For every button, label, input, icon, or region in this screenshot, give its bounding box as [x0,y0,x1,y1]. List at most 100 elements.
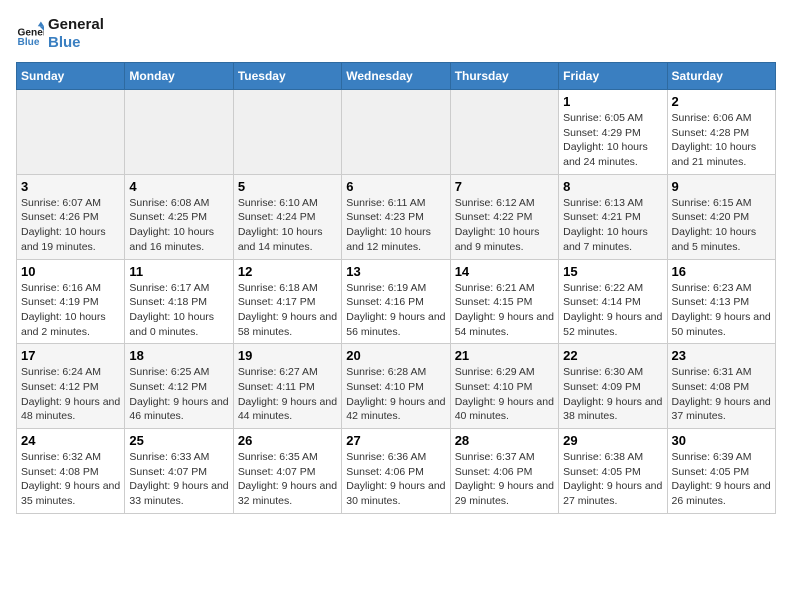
day-info: Sunrise: 6:31 AMSunset: 4:08 PMDaylight:… [672,365,771,424]
day-number: 19 [238,348,337,363]
day-cell: 14 Sunrise: 6:21 AMSunset: 4:15 PMDayligh… [450,259,558,344]
day-cell: 17 Sunrise: 6:24 AMSunset: 4:12 PMDayligh… [17,344,125,429]
day-cell: 22 Sunrise: 6:30 AMSunset: 4:09 PMDayligh… [559,344,667,429]
day-cell: 16 Sunrise: 6:23 AMSunset: 4:13 PMDayligh… [667,259,775,344]
day-info: Sunrise: 6:29 AMSunset: 4:10 PMDaylight:… [455,365,554,424]
day-cell: 25Sunrise: 6:33 AMSunset: 4:07 PMDayligh… [125,429,233,514]
day-number: 21 [455,348,554,363]
header-row: SundayMondayTuesdayWednesdayThursdayFrid… [17,63,776,90]
day-info: Sunrise: 6:22 AMSunset: 4:14 PMDaylight:… [563,281,662,340]
day-cell: 15Sunrise: 6:22 AMSunset: 4:14 PMDayligh… [559,259,667,344]
day-number: 10 [21,264,120,279]
day-number: 16 [672,264,771,279]
day-cell: 24 Sunrise: 6:32 AMSunset: 4:08 PMDayligh… [17,429,125,514]
day-number: 24 [21,433,120,448]
day-info: Sunrise: 6:36 AMSunset: 4:06 PMDaylight:… [346,450,445,509]
day-info: Sunrise: 6:12 AMSunset: 4:22 PMDaylight:… [455,196,554,255]
day-cell: 28Sunrise: 6:37 AMSunset: 4:06 PMDayligh… [450,429,558,514]
col-header-saturday: Saturday [667,63,775,90]
week-row-4: 24 Sunrise: 6:32 AMSunset: 4:08 PMDayligh… [17,429,776,514]
day-cell: 10 Sunrise: 6:16 AMSunset: 4:19 PMDayligh… [17,259,125,344]
day-cell [233,90,341,175]
day-info: Sunrise: 6:19 AMSunset: 4:16 PMDaylight:… [346,281,445,340]
day-info: Sunrise: 6:06 AMSunset: 4:28 PMDaylight:… [672,111,771,170]
col-header-tuesday: Tuesday [233,63,341,90]
day-number: 7 [455,179,554,194]
day-info: Sunrise: 6:21 AMSunset: 4:15 PMDaylight:… [455,281,554,340]
day-info: Sunrise: 6:25 AMSunset: 4:12 PMDaylight:… [129,365,228,424]
logo: General Blue General Blue [16,16,104,52]
day-info: Sunrise: 6:23 AMSunset: 4:13 PMDaylight:… [672,281,771,340]
day-cell: 30 Sunrise: 6:39 AMSunset: 4:05 PMDayligh… [667,429,775,514]
logo-icon: General Blue [16,20,44,48]
col-header-monday: Monday [125,63,233,90]
logo-blue: Blue [48,34,104,52]
day-cell: 13 Sunrise: 6:19 AMSunset: 4:16 PMDayligh… [342,259,450,344]
day-number: 4 [129,179,228,194]
calendar: SundayMondayTuesdayWednesdayThursdayFrid… [16,62,776,514]
day-cell: 6Sunrise: 6:11 AMSunset: 4:23 PMDaylight… [342,174,450,259]
day-number: 5 [238,179,337,194]
day-info: Sunrise: 6:32 AMSunset: 4:08 PMDaylight:… [21,450,120,509]
day-cell: 4Sunrise: 6:08 AMSunset: 4:25 PMDaylight… [125,174,233,259]
day-info: Sunrise: 6:05 AMSunset: 4:29 PMDaylight:… [563,111,662,170]
svg-text:Blue: Blue [18,37,40,48]
week-row-2: 10 Sunrise: 6:16 AMSunset: 4:19 PMDayligh… [17,259,776,344]
day-number: 22 [563,348,662,363]
day-info: Sunrise: 6:07 AMSunset: 4:26 PMDaylight:… [21,196,120,255]
day-number: 13 [346,264,445,279]
week-row-1: 3 Sunrise: 6:07 AMSunset: 4:26 PMDaylight… [17,174,776,259]
day-number: 14 [455,264,554,279]
day-number: 8 [563,179,662,194]
day-cell: 8Sunrise: 6:13 AMSunset: 4:21 PMDaylight… [559,174,667,259]
day-cell [17,90,125,175]
day-number: 23 [672,348,771,363]
day-info: Sunrise: 6:17 AMSunset: 4:18 PMDaylight:… [129,281,228,340]
logo-general: General [48,16,104,34]
day-cell: 29Sunrise: 6:38 AMSunset: 4:05 PMDayligh… [559,429,667,514]
day-number: 18 [129,348,228,363]
day-info: Sunrise: 6:10 AMSunset: 4:24 PMDaylight:… [238,196,337,255]
day-number: 11 [129,264,228,279]
day-cell [342,90,450,175]
week-row-3: 17 Sunrise: 6:24 AMSunset: 4:12 PMDayligh… [17,344,776,429]
day-info: Sunrise: 6:18 AMSunset: 4:17 PMDaylight:… [238,281,337,340]
day-cell: 5 Sunrise: 6:10 AMSunset: 4:24 PMDaylight… [233,174,341,259]
day-info: Sunrise: 6:27 AMSunset: 4:11 PMDaylight:… [238,365,337,424]
day-number: 2 [672,94,771,109]
day-info: Sunrise: 6:24 AMSunset: 4:12 PMDaylight:… [21,365,120,424]
day-info: Sunrise: 6:35 AMSunset: 4:07 PMDaylight:… [238,450,337,509]
day-number: 17 [21,348,120,363]
day-cell: 21 Sunrise: 6:29 AMSunset: 4:10 PMDayligh… [450,344,558,429]
day-cell: 2 Sunrise: 6:06 AMSunset: 4:28 PMDaylight… [667,90,775,175]
col-header-wednesday: Wednesday [342,63,450,90]
day-info: Sunrise: 6:16 AMSunset: 4:19 PMDaylight:… [21,281,120,340]
day-number: 26 [238,433,337,448]
day-number: 25 [129,433,228,448]
day-number: 1 [563,94,662,109]
day-info: Sunrise: 6:15 AMSunset: 4:20 PMDaylight:… [672,196,771,255]
header: General Blue General Blue [16,16,776,52]
day-cell: 27 Sunrise: 6:36 AMSunset: 4:06 PMDayligh… [342,429,450,514]
col-header-sunday: Sunday [17,63,125,90]
day-number: 3 [21,179,120,194]
col-header-thursday: Thursday [450,63,558,90]
day-cell: 9 Sunrise: 6:15 AMSunset: 4:20 PMDaylight… [667,174,775,259]
week-row-0: 1 Sunrise: 6:05 AMSunset: 4:29 PMDaylight… [17,90,776,175]
day-number: 9 [672,179,771,194]
day-cell: 1 Sunrise: 6:05 AMSunset: 4:29 PMDaylight… [559,90,667,175]
day-cell: 26 Sunrise: 6:35 AMSunset: 4:07 PMDayligh… [233,429,341,514]
day-cell: 12 Sunrise: 6:18 AMSunset: 4:17 PMDayligh… [233,259,341,344]
day-cell: 23 Sunrise: 6:31 AMSunset: 4:08 PMDayligh… [667,344,775,429]
day-info: Sunrise: 6:11 AMSunset: 4:23 PMDaylight:… [346,196,445,255]
day-number: 29 [563,433,662,448]
day-cell: 7 Sunrise: 6:12 AMSunset: 4:22 PMDaylight… [450,174,558,259]
day-cell: 3 Sunrise: 6:07 AMSunset: 4:26 PMDaylight… [17,174,125,259]
day-cell [125,90,233,175]
day-number: 12 [238,264,337,279]
day-number: 27 [346,433,445,448]
day-info: Sunrise: 6:39 AMSunset: 4:05 PMDaylight:… [672,450,771,509]
day-info: Sunrise: 6:37 AMSunset: 4:06 PMDaylight:… [455,450,554,509]
day-number: 30 [672,433,771,448]
day-info: Sunrise: 6:30 AMSunset: 4:09 PMDaylight:… [563,365,662,424]
